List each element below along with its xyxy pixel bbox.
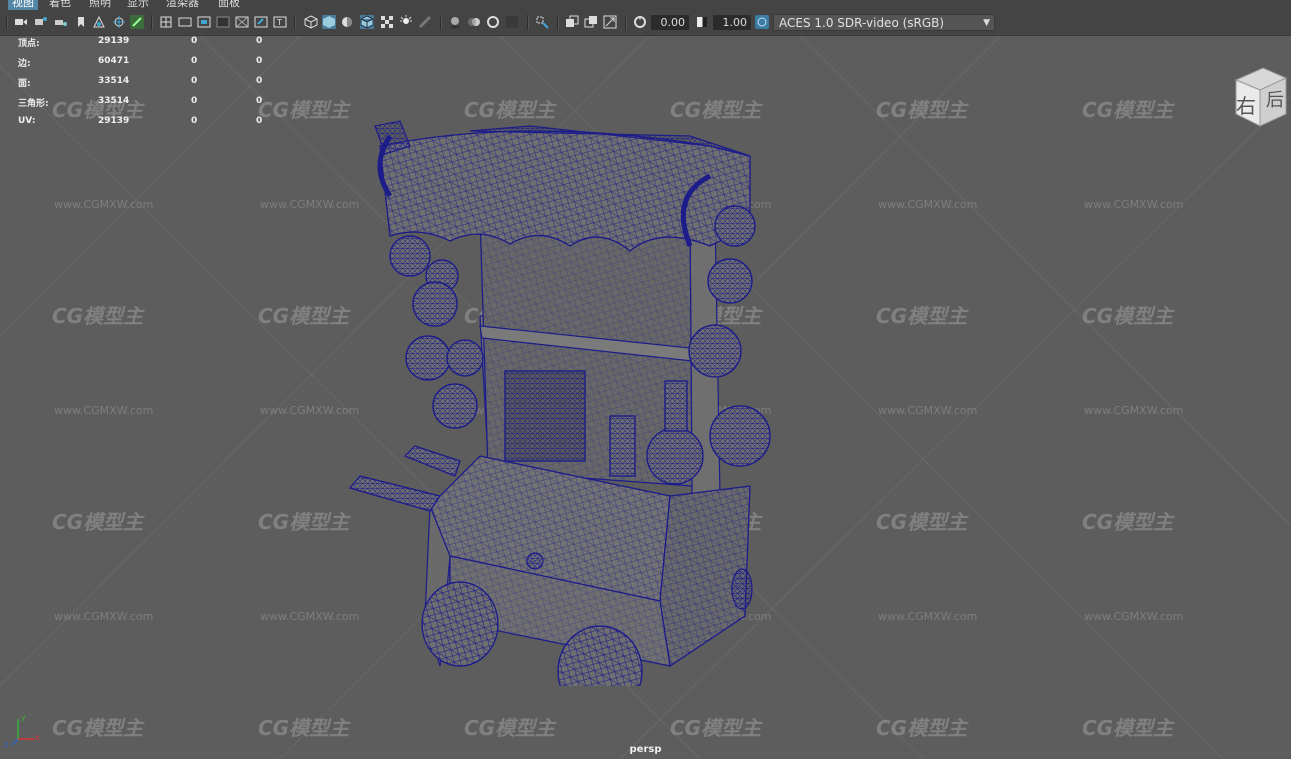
wireframe-icon[interactable]: [304, 15, 318, 29]
hud-label: 顶点:: [18, 39, 40, 49]
backface-icon[interactable]: [603, 15, 617, 29]
xray-joints-icon[interactable]: [584, 15, 598, 29]
toolbar-divider: [557, 15, 559, 30]
toolbar-divider: [151, 15, 153, 30]
hud-value: 0: [256, 96, 263, 106]
ambient-occlusion-icon[interactable]: [448, 15, 462, 29]
axis-x-label: x: [35, 733, 40, 742]
hud-value: 0: [256, 36, 263, 46]
menu-renderer[interactable]: 渲染器: [166, 0, 199, 10]
camera-attributes-icon[interactable]: [34, 15, 48, 29]
menu-panels[interactable]: 面板: [218, 0, 240, 10]
smooth-shade-icon[interactable]: [322, 15, 336, 29]
depth-of-field-icon[interactable]: [505, 15, 519, 29]
toolbar-divider: [440, 15, 442, 30]
camera-icon[interactable]: [14, 15, 28, 29]
hud-label: 三角形:: [18, 99, 49, 109]
wireframe-cart-model[interactable]: [330, 76, 800, 686]
hud-value: 33514: [98, 96, 130, 106]
shadows-icon[interactable]: [418, 15, 432, 29]
two-d-pan-icon[interactable]: [112, 15, 126, 29]
exposure-field[interactable]: 0.00: [651, 15, 689, 30]
gate-mask-icon[interactable]: [216, 15, 230, 29]
hud-label: 面:: [18, 79, 31, 89]
exposure-icon[interactable]: [633, 15, 647, 29]
hud-value: 0: [256, 56, 263, 66]
field-chart-icon[interactable]: [235, 15, 249, 29]
axis-y-label: y: [21, 713, 26, 722]
toolbar-divider: [6, 15, 8, 30]
film-gate-icon[interactable]: [178, 15, 192, 29]
viewport-menu-bar: 视图 着色 照明 显示 渲染器 面板: [0, 0, 1291, 10]
hud-value: 29139: [98, 116, 130, 126]
perspective-viewport[interactable]: CG模型主 CG模型主 CG模型主 CG模型主 www.CGMXW.com www.CGM…: [0, 36, 1291, 759]
shade-wireframe-icon[interactable]: [360, 15, 374, 29]
grid-icon[interactable]: [159, 15, 173, 29]
hud-value: 33514: [98, 76, 130, 86]
menu-shading[interactable]: 着色: [49, 0, 71, 10]
anti-alias-icon[interactable]: [486, 15, 500, 29]
motion-blur-icon[interactable]: [467, 15, 481, 29]
camera-name-label: persp: [629, 744, 662, 755]
menu-view[interactable]: 视图: [8, 0, 38, 10]
viewcube-back-face-label: 后: [1266, 90, 1284, 111]
hud-value: 0: [191, 96, 198, 106]
toolbar-divider: [527, 15, 529, 30]
color-space-dropdown[interactable]: ACES 1.0 SDR-video (sRGB) ▼: [773, 14, 995, 31]
svg-text:T: T: [276, 18, 282, 27]
hud-label: UV:: [18, 116, 36, 126]
camera-tools-icon[interactable]: [54, 15, 68, 29]
grease-pencil-icon[interactable]: [130, 15, 144, 29]
hud-value: 0: [191, 56, 198, 66]
toolbar-divider: [294, 15, 296, 30]
menu-show[interactable]: 显示: [127, 0, 149, 10]
hud-value: 0: [256, 116, 263, 126]
isolate-select-icon[interactable]: [535, 15, 549, 29]
toolbar-divider: [625, 15, 627, 30]
xray-icon[interactable]: [565, 15, 579, 29]
safe-title-icon[interactable]: T: [273, 15, 287, 29]
hud-value: 29139: [98, 36, 130, 46]
viewport-toolbar: T 0.00 1.00 ACES 1.0 SDR-video (sRGB) ▼: [0, 10, 1291, 36]
hud-value: 60471: [98, 56, 130, 66]
resolution-gate-icon[interactable]: [197, 15, 211, 29]
hud-label: 边:: [18, 59, 31, 69]
color-management-icon[interactable]: [755, 15, 769, 29]
chevron-down-icon: ▼: [983, 18, 990, 28]
image-plane-icon[interactable]: [92, 15, 106, 29]
gamma-icon[interactable]: [695, 15, 709, 29]
menu-lighting[interactable]: 照明: [89, 0, 111, 10]
bookmark-icon[interactable]: [74, 15, 88, 29]
textured-icon[interactable]: [380, 15, 394, 29]
viewcube-right-face-label: 右: [1236, 94, 1256, 118]
gamma-field[interactable]: 1.00: [713, 15, 751, 30]
hud-value: 0: [191, 116, 198, 126]
hud-value: 0: [256, 76, 263, 86]
cart-body: [348, 120, 771, 686]
hud-value: 0: [191, 36, 198, 46]
default-material-icon[interactable]: [340, 15, 354, 29]
color-space-value: ACES 1.0 SDR-video (sRGB): [779, 16, 945, 30]
safe-action-icon[interactable]: [254, 15, 268, 29]
hud-value: 0: [191, 76, 198, 86]
lights-icon[interactable]: [399, 15, 413, 29]
